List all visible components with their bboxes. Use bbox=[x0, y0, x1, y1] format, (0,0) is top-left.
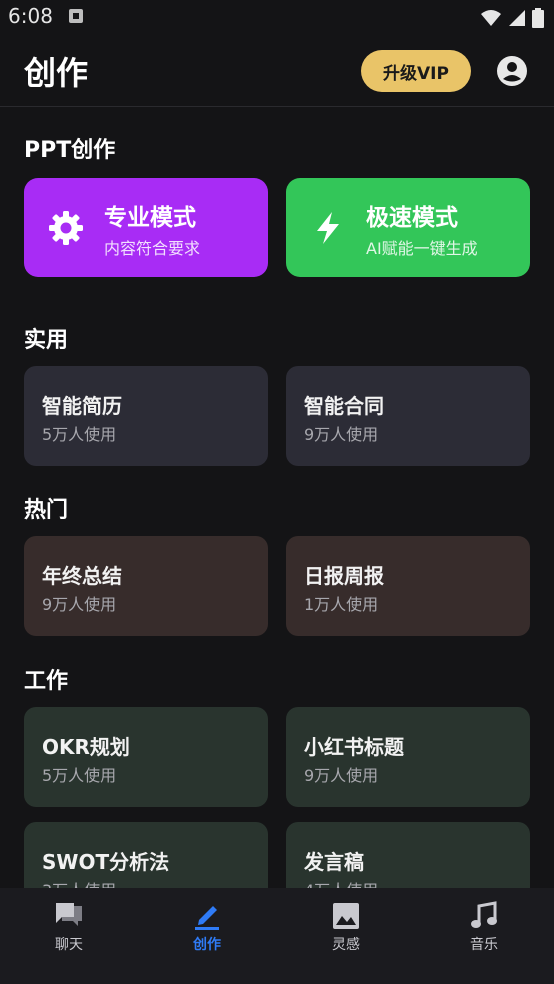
account-icon[interactable] bbox=[497, 56, 527, 86]
signal-icon bbox=[509, 10, 525, 26]
fast-mode-card[interactable]: 极速模式 AI赋能一键生成 bbox=[286, 178, 530, 277]
professional-mode-card[interactable]: 专业模式 内容符合要求 bbox=[24, 178, 268, 277]
lightning-icon bbox=[317, 212, 339, 244]
battery-icon bbox=[532, 8, 544, 28]
tile-title: 小红书标题 bbox=[304, 735, 404, 759]
template-tile-swot[interactable]: SWOT分析法 3万人使用 bbox=[24, 822, 268, 888]
section-title-practical: 实用 bbox=[24, 328, 69, 353]
page-title: 创作 bbox=[24, 54, 89, 92]
tile-usage: 9万人使用 bbox=[304, 766, 379, 785]
chat-icon bbox=[56, 903, 82, 926]
upgrade-vip-button[interactable]: 升级VIP bbox=[361, 50, 471, 92]
nav-item-music[interactable]: 音乐 bbox=[415, 888, 553, 984]
image-icon bbox=[333, 903, 359, 929]
edit-icon bbox=[195, 906, 219, 930]
content-area[interactable]: PPT创作 专业模式 内容符合要求 极速模式 AI赋能一键生成 实用 智能简历 … bbox=[0, 106, 554, 888]
nav-label: 聊天 bbox=[55, 937, 83, 953]
tile-usage: 5万人使用 bbox=[42, 425, 117, 444]
music-icon bbox=[471, 901, 497, 928]
tile-title: SWOT分析法 bbox=[42, 850, 170, 874]
tile-usage: 3万人使用 bbox=[42, 877, 116, 888]
section-title-hot: 热门 bbox=[24, 498, 69, 523]
tile-title: 发言稿 bbox=[304, 850, 364, 874]
mode-title: 极速模式 bbox=[366, 205, 458, 231]
section-title-work: 工作 bbox=[24, 669, 69, 694]
tile-usage: 9万人使用 bbox=[304, 425, 379, 444]
mode-title: 专业模式 bbox=[104, 205, 196, 231]
template-tile-year-summary[interactable]: 年终总结 9万人使用 bbox=[24, 536, 268, 636]
template-tile-okr[interactable]: OKR规划 5万人使用 bbox=[24, 707, 268, 807]
header: 创作 升级VIP bbox=[0, 34, 554, 107]
nav-item-chat[interactable]: 聊天 bbox=[0, 888, 138, 984]
section-title-ppt: PPT创作 bbox=[24, 138, 116, 163]
tile-usage: 4万人使用 bbox=[304, 877, 378, 888]
gear-icon bbox=[49, 211, 83, 245]
tile-title: 智能简历 bbox=[42, 394, 122, 418]
wifi-icon bbox=[481, 10, 501, 26]
status-time: 6:08 bbox=[8, 4, 53, 28]
nav-label: 创作 bbox=[193, 937, 221, 953]
bottom-nav: 聊天 创作 灵感 音乐 bbox=[0, 888, 554, 984]
tile-usage: 1万人使用 bbox=[304, 595, 379, 614]
template-tile-daily-report[interactable]: 日报周报 1万人使用 bbox=[286, 536, 530, 636]
template-tile-xiaohongshu[interactable]: 小红书标题 9万人使用 bbox=[286, 707, 530, 807]
nav-label: 灵感 bbox=[332, 937, 360, 953]
status-bar: 6:08 bbox=[0, 0, 554, 34]
tile-title: OKR规划 bbox=[42, 735, 130, 759]
tile-title: 年终总结 bbox=[42, 564, 122, 588]
mode-subtitle: 内容符合要求 bbox=[104, 239, 201, 258]
template-tile-speech[interactable]: 发言稿 4万人使用 bbox=[286, 822, 530, 888]
notification-icon bbox=[69, 9, 83, 23]
template-tile-contract[interactable]: 智能合同 9万人使用 bbox=[286, 366, 530, 466]
tile-title: 日报周报 bbox=[304, 564, 384, 588]
mode-subtitle: AI赋能一键生成 bbox=[366, 239, 478, 258]
nav-item-create[interactable]: 创作 bbox=[138, 888, 276, 984]
tile-usage: 5万人使用 bbox=[42, 766, 117, 785]
nav-item-inspiration[interactable]: 灵感 bbox=[277, 888, 415, 984]
nav-label: 音乐 bbox=[470, 937, 498, 953]
tile-usage: 9万人使用 bbox=[42, 595, 117, 614]
tile-title: 智能合同 bbox=[304, 394, 384, 418]
template-tile-resume[interactable]: 智能简历 5万人使用 bbox=[24, 366, 268, 466]
